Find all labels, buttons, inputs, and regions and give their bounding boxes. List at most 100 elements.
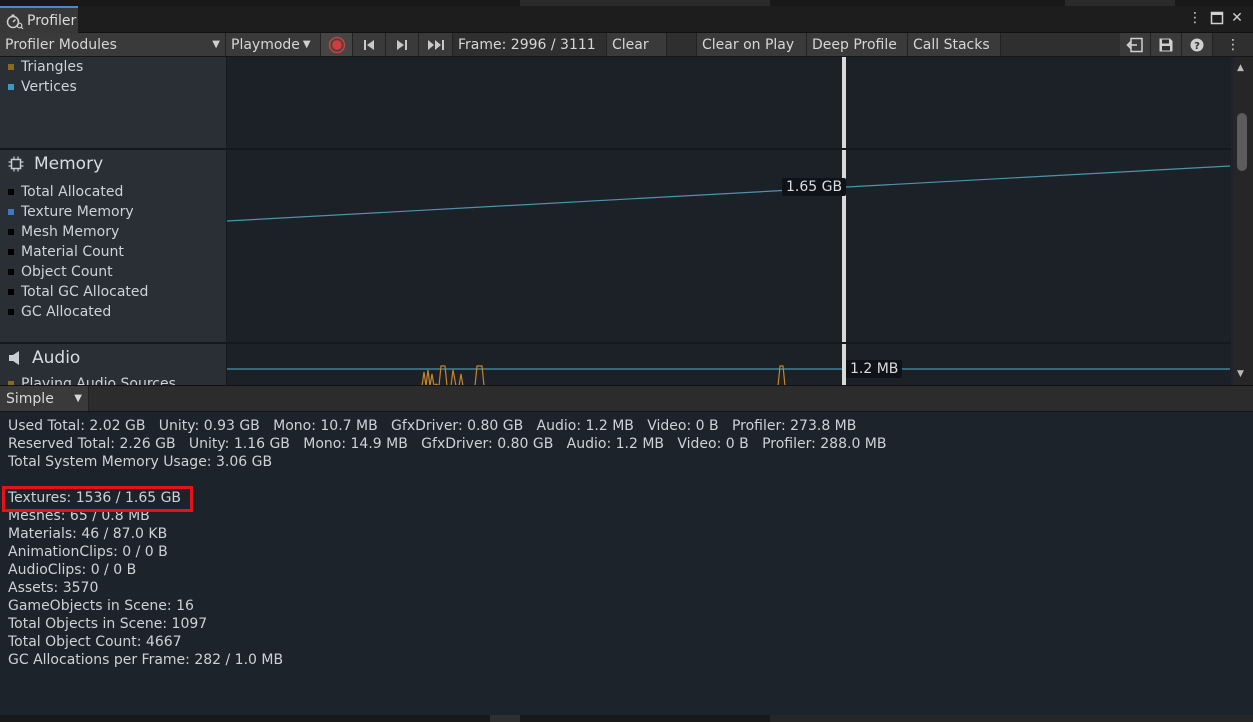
legend-item[interactable]: Vertices xyxy=(8,79,77,95)
save-button[interactable] xyxy=(1151,33,1182,56)
details-line: Total Objects in Scene: 1097 xyxy=(8,616,208,632)
kebab-menu-icon[interactable]: ⋮ xyxy=(1186,9,1204,27)
legend-swatch xyxy=(8,289,14,295)
details-line: Assets: 3570 xyxy=(8,580,99,596)
legend-label: Texture Memory xyxy=(21,204,134,220)
first-frame-button[interactable] xyxy=(353,33,386,56)
profiler-modules-dropdown[interactable]: Profiler Modules ▼ xyxy=(0,33,226,56)
memory-title-label: Memory xyxy=(34,154,104,174)
legend-item[interactable]: Total Allocated xyxy=(8,184,123,200)
tab-bar xyxy=(0,6,1253,33)
tab-profiler[interactable]: Profiler xyxy=(0,6,78,33)
chevron-down-icon: ▼ xyxy=(74,393,82,404)
legend-label: Playing Audio Sources xyxy=(21,376,176,385)
deep-profile-toggle[interactable]: Deep Profile xyxy=(807,33,908,56)
toolbar-more-button[interactable]: ⋮ xyxy=(1213,33,1253,56)
audio-title-label: Audio xyxy=(32,348,81,368)
legend-item[interactable]: Texture Memory xyxy=(8,204,134,220)
legend-item[interactable]: Total GC Allocated xyxy=(8,284,148,300)
save-icon xyxy=(1158,37,1174,53)
legend-swatch xyxy=(8,84,14,90)
profiler-modules-label: Profiler Modules xyxy=(5,36,117,53)
frame-cursor-line[interactable] xyxy=(842,57,846,148)
step-frame-button[interactable] xyxy=(386,33,419,56)
details-line: Reserved Total: 2.26 GB Unity: 1.16 GB M… xyxy=(8,436,887,452)
legend-swatch xyxy=(8,64,14,70)
memory-chip-icon xyxy=(8,156,24,172)
memory-module-legend[interactable]: Memory Total Allocated Texture Memory Mesh… xyxy=(0,150,227,342)
audio-module-legend[interactable]: Audio Playing Audio Sources xyxy=(0,344,227,385)
clear-on-play-toggle[interactable]: Clear on Play xyxy=(697,33,807,56)
details-line: GC Allocations per Frame: 282 / 1.0 MB xyxy=(8,652,284,668)
details-line: Total Object Count: 4667 xyxy=(8,634,182,650)
textures-highlight-box xyxy=(2,486,193,512)
scroll-down-arrow-icon[interactable]: ▼ xyxy=(1237,369,1244,379)
modules-scrollbar[interactable]: ▲ ▼ xyxy=(1233,57,1253,385)
view-mode-dropdown[interactable]: Simple ▼ xyxy=(0,386,89,411)
memory-module-title[interactable]: Memory xyxy=(8,154,103,174)
legend-item[interactable]: Object Count xyxy=(8,264,113,280)
svg-text:?: ? xyxy=(1194,41,1200,52)
chevron-down-icon: ▼ xyxy=(212,39,220,50)
legend-label: Material Count xyxy=(21,244,124,260)
view-mode-label: Simple xyxy=(6,390,54,407)
texture-memory-series-line xyxy=(227,165,1231,222)
audio-module-title[interactable]: Audio xyxy=(8,348,80,368)
legend-item[interactable]: Mesh Memory xyxy=(8,224,119,240)
record-icon xyxy=(328,36,346,54)
clear-button[interactable]: Clear xyxy=(607,33,667,56)
target-dropdown[interactable]: Playmode ▼ xyxy=(226,33,321,56)
help-button[interactable]: ? xyxy=(1182,33,1213,56)
profiler-stopwatch-icon xyxy=(6,13,24,29)
rendering-module-legend: Triangles Vertices xyxy=(0,57,227,148)
toolbar-spacer xyxy=(667,33,697,56)
legend-item[interactable]: Material Count xyxy=(8,244,124,260)
legend-label: Vertices xyxy=(21,79,77,95)
help-icon: ? xyxy=(1190,38,1204,52)
maximize-icon[interactable] xyxy=(1208,9,1226,25)
legend-swatch xyxy=(8,209,14,215)
details-line: Materials: 46 / 87.0 KB xyxy=(8,526,168,542)
legend-swatch xyxy=(8,189,14,195)
profiler-toolbar: Profiler Modules ▼ Playmode ▼ Frame: 299… xyxy=(0,33,1253,57)
record-button[interactable] xyxy=(321,33,353,56)
legend-swatch xyxy=(8,249,14,255)
tab-title: Profiler xyxy=(27,12,77,29)
details-toolbar xyxy=(0,385,1253,412)
bottom-window-strip xyxy=(0,715,1253,722)
legend-label: Mesh Memory xyxy=(21,224,120,240)
chevron-down-icon: ▼ xyxy=(302,39,311,50)
audio-chart-svg xyxy=(227,365,1230,385)
step-frame-icon xyxy=(395,39,409,51)
legend-item[interactable]: Playing Audio Sources xyxy=(8,376,176,385)
last-frame-icon xyxy=(427,39,445,51)
legend-label: GC Allocated xyxy=(21,304,112,320)
load-icon xyxy=(1126,37,1144,53)
first-frame-icon xyxy=(362,39,376,51)
modules-scrollbar-thumb[interactable] xyxy=(1237,113,1247,171)
audio-cursor-value-tag: 1.2 MB xyxy=(846,360,903,378)
legend-swatch xyxy=(8,309,14,315)
speaker-icon xyxy=(8,350,22,366)
profiler-modules-area: Triangles Vertices Memory Total Allocate… xyxy=(0,57,1253,385)
last-frame-button[interactable] xyxy=(419,33,453,56)
details-line: AudioClips: 0 / 0 B xyxy=(8,562,137,578)
legend-item[interactable]: Triangles xyxy=(8,59,83,75)
close-icon[interactable]: ✕ xyxy=(1228,9,1246,27)
legend-label: Total Allocated xyxy=(21,184,124,200)
details-line: AnimationClips: 0 / 0 B xyxy=(8,544,168,560)
memory-cursor-value-tag: 1.65 GB xyxy=(782,178,847,196)
legend-item[interactable]: GC Allocated xyxy=(8,304,111,320)
load-button[interactable] xyxy=(1120,33,1151,56)
rendering-module-chart[interactable] xyxy=(227,57,1231,148)
memory-module-chart[interactable] xyxy=(227,150,1231,342)
memory-chart-svg xyxy=(227,165,1231,222)
audio-module-chart[interactable] xyxy=(227,344,1231,385)
details-line: GameObjects in Scene: 16 xyxy=(8,598,194,614)
details-line: Total System Memory Usage: 3.06 GB xyxy=(8,454,273,470)
legend-label: Object Count xyxy=(21,264,113,280)
scroll-up-arrow-icon[interactable]: ▲ xyxy=(1237,63,1244,73)
details-line: Used Total: 2.02 GB Unity: 0.93 GB Mono:… xyxy=(8,418,857,434)
call-stacks-toggle[interactable]: Call Stacks xyxy=(908,33,1001,56)
frame-label: Frame: 2996 / 3111 xyxy=(453,33,607,56)
